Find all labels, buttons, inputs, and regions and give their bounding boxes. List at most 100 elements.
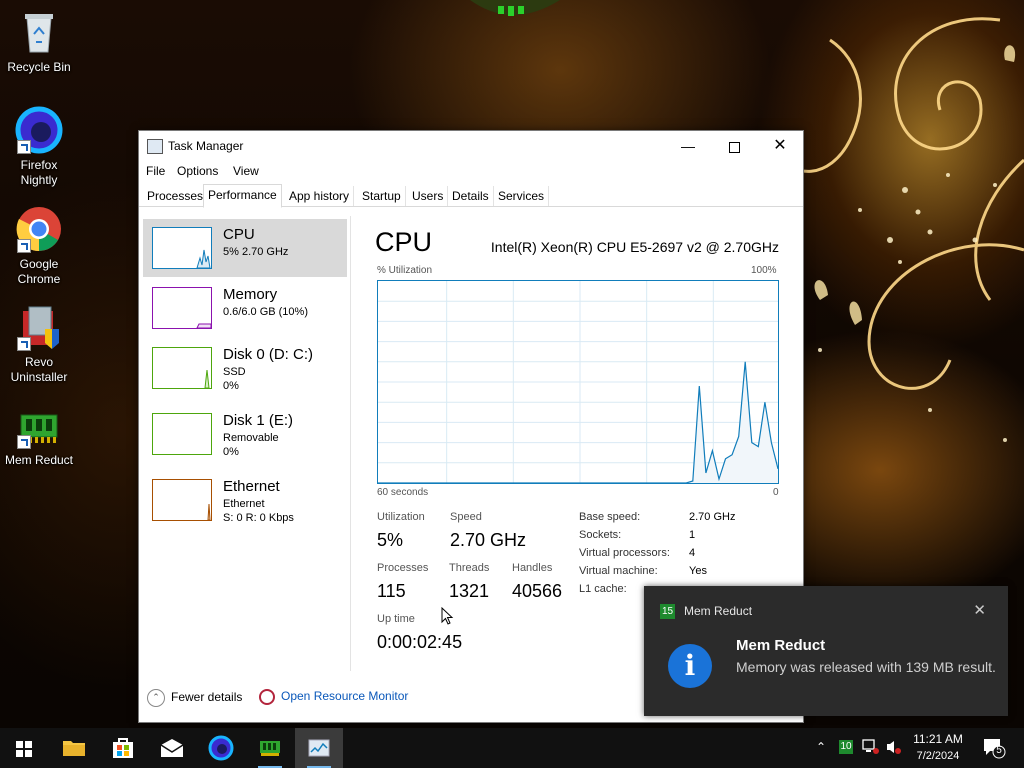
tab-processes[interactable]: Processes (143, 186, 209, 206)
store-icon (113, 738, 133, 758)
taskbar-mail[interactable] (148, 728, 196, 768)
taskbar-mem-reduct[interactable] (246, 728, 294, 768)
notification-title: Mem Reduct (736, 637, 826, 654)
sidebar-item-detail: 0.6/6.0 GB (10%) (223, 306, 308, 318)
taskbar-task-manager[interactable] (295, 728, 343, 768)
virtual-processors-label: Virtual processors: (579, 547, 670, 559)
graph-y-label: % Utilization (377, 265, 433, 276)
memory-thumbnail-graph (152, 287, 212, 329)
task-manager-icon (308, 739, 330, 757)
virtual-processors-value: 4 (689, 547, 696, 559)
uptime-value: 0:00:02:45 (377, 632, 463, 652)
virtual-machine-label: Virtual machine: (579, 565, 658, 577)
folder-icon (63, 741, 85, 756)
base-speed-value: 2.70 GHz (689, 511, 736, 523)
taskbar: ⌃ 10 11:21 AM 7/2/2024 5 (0, 728, 1024, 768)
maximize-button[interactable] (711, 131, 757, 161)
windows-icon (16, 741, 32, 757)
notification-count: 5 (996, 745, 1002, 756)
sidebar-item-cpu[interactable]: CPU 5% 2.70 GHz (143, 219, 347, 277)
shortcut-arrow-icon (17, 239, 31, 253)
uptime-label: Up time (377, 613, 415, 625)
sidebar-item-detail: 5% 2.70 GHz (223, 246, 289, 258)
processes-value: 115 (377, 581, 406, 601)
tab-details[interactable]: Details (448, 186, 494, 206)
resource-monitor-label: Open Resource Monitor (281, 689, 409, 704)
sidebar-item-value: S: 0 R: 0 Kbps (223, 512, 294, 524)
sidebar-item-name: Ethernet (223, 478, 280, 495)
shortcut-arrow-icon (17, 337, 31, 351)
firefox-nightly-icon (208, 735, 234, 761)
sidebar-item-disk-1[interactable]: Disk 1 (E:) Removable 0% (143, 405, 347, 463)
desktop-icon-label: Revo Uninstaller (10, 355, 68, 384)
network-icon[interactable] (862, 739, 880, 758)
virtual-machine-value: Yes (689, 565, 707, 577)
desktop-icon-recycle-bin[interactable]: Recycle Bin (1, 8, 77, 75)
taskbar-file-explorer[interactable] (50, 728, 98, 768)
cpu-thumbnail-graph (152, 227, 212, 269)
menu-options[interactable]: Options (177, 164, 218, 178)
sidebar-item-name: Disk 1 (E:) (223, 412, 294, 429)
open-resource-monitor-link[interactable]: Open Resource Monitor (259, 689, 408, 705)
start-button[interactable] (0, 728, 48, 768)
fewer-details-label: Fewer details (171, 690, 243, 705)
volume-muted-icon[interactable] (885, 739, 903, 758)
disk1-thumbnail-graph (152, 413, 212, 455)
tab-performance[interactable]: Performance (203, 184, 282, 208)
graph-x-label: 60 seconds (377, 487, 429, 498)
sidebar-item-ethernet[interactable]: Ethernet Ethernet S: 0 R: 0 Kbps (143, 471, 347, 529)
taskbar-microsoft-store[interactable] (99, 728, 147, 768)
recycle-bin-icon (15, 8, 63, 56)
title-bar[interactable]: Task Manager — ✕ (139, 131, 803, 161)
tab-users[interactable]: Users (408, 186, 449, 206)
sidebar-item-name: Memory (223, 286, 278, 303)
cpu-graph-canvas (378, 281, 779, 484)
tab-app-history[interactable]: App history (285, 186, 355, 206)
window-title: Task Manager (168, 139, 244, 153)
notification-body: Memory was released with 139 MB result. (736, 659, 996, 675)
sidebar-item-disk-0[interactable]: Disk 0 (D: C:) SSD 0% (143, 339, 347, 397)
shortcut-arrow-icon (17, 140, 31, 154)
mail-icon (160, 739, 184, 757)
tab-services[interactable]: Services (494, 186, 550, 206)
desktop-icon-google-chrome[interactable]: Google Chrome (1, 205, 77, 287)
cpu-heading: CPU (375, 227, 433, 257)
chrome-icon (15, 205, 63, 253)
sidebar-item-memory[interactable]: Memory 0.6/6.0 GB (10%) (143, 279, 347, 337)
graph-x-min: 0 (773, 487, 779, 498)
clock-date[interactable]: 7/2/2024 (908, 750, 968, 762)
base-speed-label: Base speed: (579, 511, 641, 523)
firefox-nightly-icon (15, 106, 63, 154)
sidebar-item-name: CPU (223, 226, 255, 243)
tab-startup[interactable]: Startup (358, 186, 406, 206)
threads-value: 1321 (449, 581, 490, 601)
desktop-icon-firefox-nightly[interactable]: Firefox Nightly (1, 106, 77, 188)
menu-file[interactable]: File (146, 164, 165, 178)
desktop-icon-label: Google Chrome (17, 257, 61, 286)
desktop-icon-revo-uninstaller[interactable]: Revo Uninstaller (1, 303, 77, 385)
clock-time[interactable]: 11:21 AM (908, 732, 968, 746)
notification-close-button[interactable]: ✕ (973, 601, 986, 619)
tray-mem-reduct-icon[interactable]: 10 (839, 740, 853, 754)
processes-label: Processes (377, 562, 429, 574)
cpu-model-name: Intel(R) Xeon(R) CPU E5-2697 v2 @ 2.70GH… (490, 239, 779, 255)
menu-view[interactable]: View (233, 164, 259, 178)
sidebar-item-detail: Removable (223, 432, 279, 444)
speed-value: 2.70 GHz (450, 530, 527, 550)
speed-label: Speed (450, 511, 482, 523)
desktop-icon-mem-reduct[interactable]: Mem Reduct (1, 409, 77, 468)
fewer-details-button[interactable]: ⌃ Fewer details (147, 689, 242, 707)
show-hidden-icons-button[interactable]: ⌃ (816, 740, 826, 754)
taskbar-firefox-nightly[interactable] (197, 728, 245, 768)
mem-reduct-notification[interactable]: 15 Mem Reduct ✕ i Mem Reduct Memory was … (644, 586, 1008, 716)
desktop-icon-label: Firefox Nightly (20, 158, 58, 187)
performance-sidebar: CPU 5% 2.70 GHz Memory 0.6/6.0 GB (10%) … (139, 207, 351, 667)
sockets-value: 1 (689, 529, 696, 541)
minimize-button[interactable]: — (665, 131, 711, 161)
menu-bar: File Options View (139, 161, 803, 183)
utilization-label: Utilization (377, 511, 425, 523)
l1-cache-label: L1 cache: (579, 583, 627, 595)
chevron-up-icon: ⌃ (147, 689, 165, 707)
close-button[interactable]: ✕ (757, 131, 803, 161)
handles-value: 40566 (512, 581, 563, 601)
